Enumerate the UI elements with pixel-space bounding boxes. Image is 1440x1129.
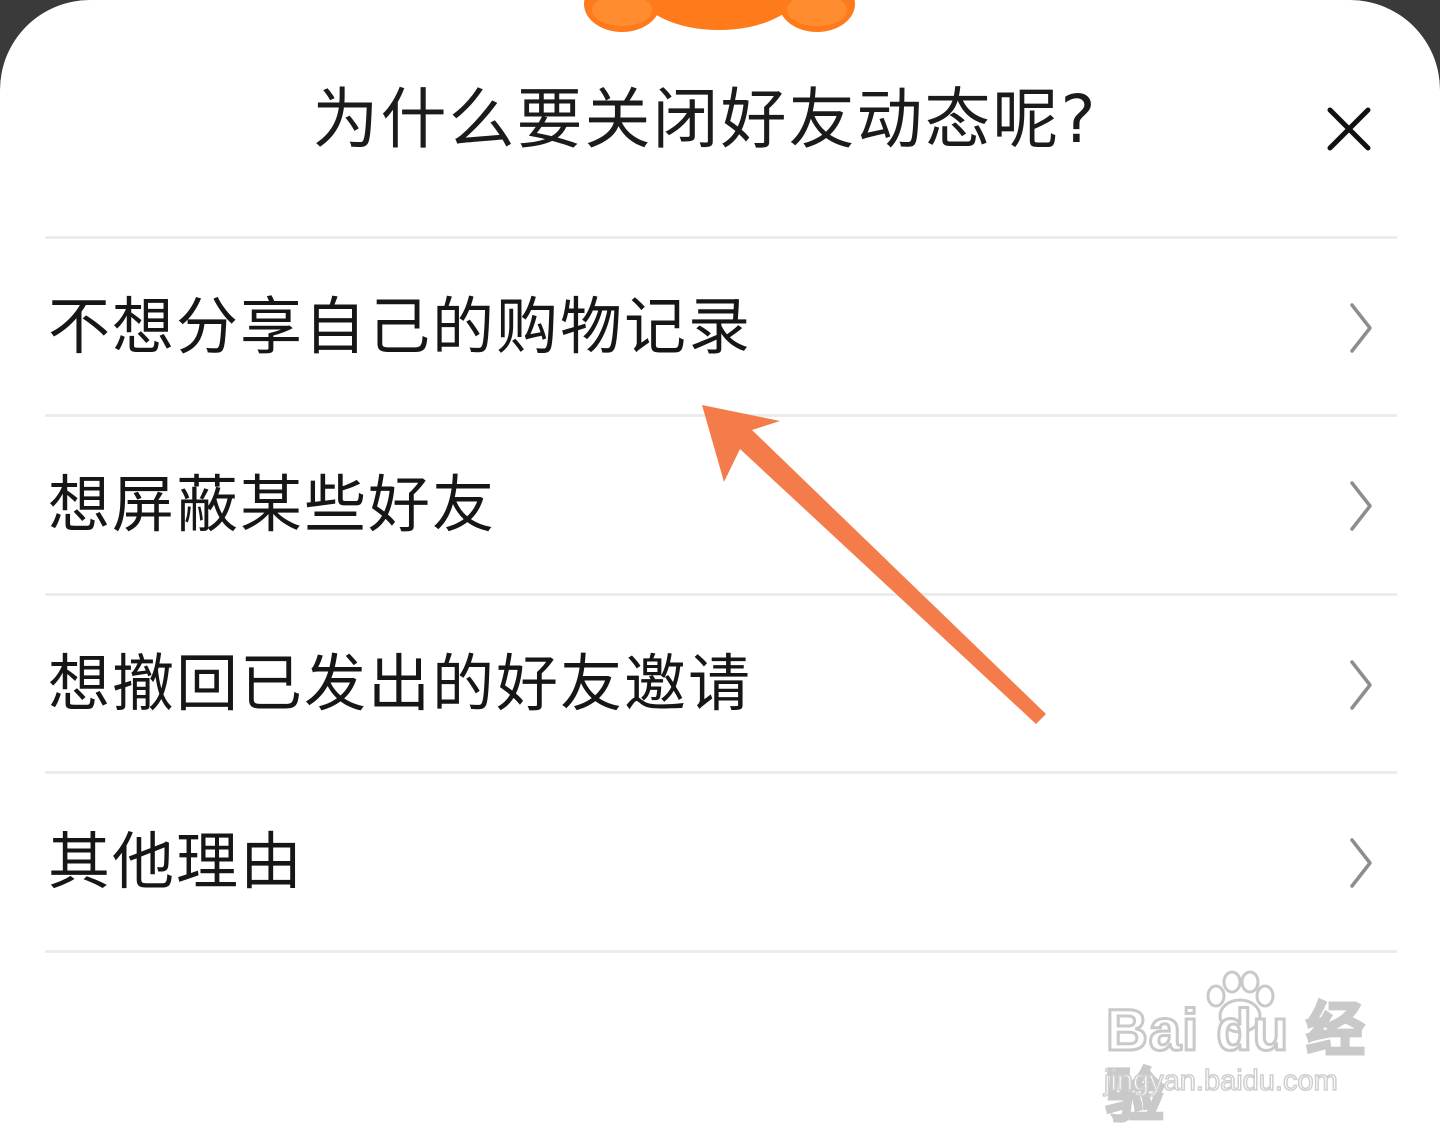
watermark-url: jingyan.baidu.com (1103, 1064, 1338, 1098)
chevron-right-icon (1350, 481, 1372, 531)
reason-label: 想屏蔽某些好友 (48, 468, 497, 541)
dialog-sheet: 为什么要关闭好友动态呢? 不想分享自己的购物记录 想屏蔽某些好友 想撤回已发出的… (0, 0, 1440, 1129)
reason-label: 想撤回已发出的好友邀请 (48, 647, 753, 720)
chevron-right-icon (1350, 303, 1372, 353)
dialog-header: 为什么要关闭好友动态呢? (0, 0, 1440, 238)
reason-item-block-friends[interactable]: 想屏蔽某些好友 (0, 417, 1440, 593)
screen: 为什么要关闭好友动态呢? 不想分享自己的购物记录 想屏蔽某些好友 想撤回已发出的… (0, 0, 1440, 1129)
chevron-right-icon (1350, 838, 1372, 888)
baidu-jingyan-watermark: Bai du 经验 jingyan.baidu.com (1100, 968, 1390, 1129)
reason-item-withdraw-invites[interactable]: 想撤回已发出的好友邀请 (0, 596, 1440, 772)
close-icon[interactable] (1316, 96, 1382, 162)
dialog-title: 为什么要关闭好友动态呢? (312, 81, 1098, 158)
divider (45, 950, 1397, 953)
reason-item-share-records[interactable]: 不想分享自己的购物记录 (0, 239, 1440, 415)
mascot-feet-icon (584, 0, 855, 32)
reason-label: 其他理由 (48, 825, 305, 898)
reason-item-other[interactable]: 其他理由 (0, 774, 1440, 950)
reason-label: 不想分享自己的购物记录 (48, 290, 753, 363)
chevron-right-icon (1350, 660, 1372, 710)
